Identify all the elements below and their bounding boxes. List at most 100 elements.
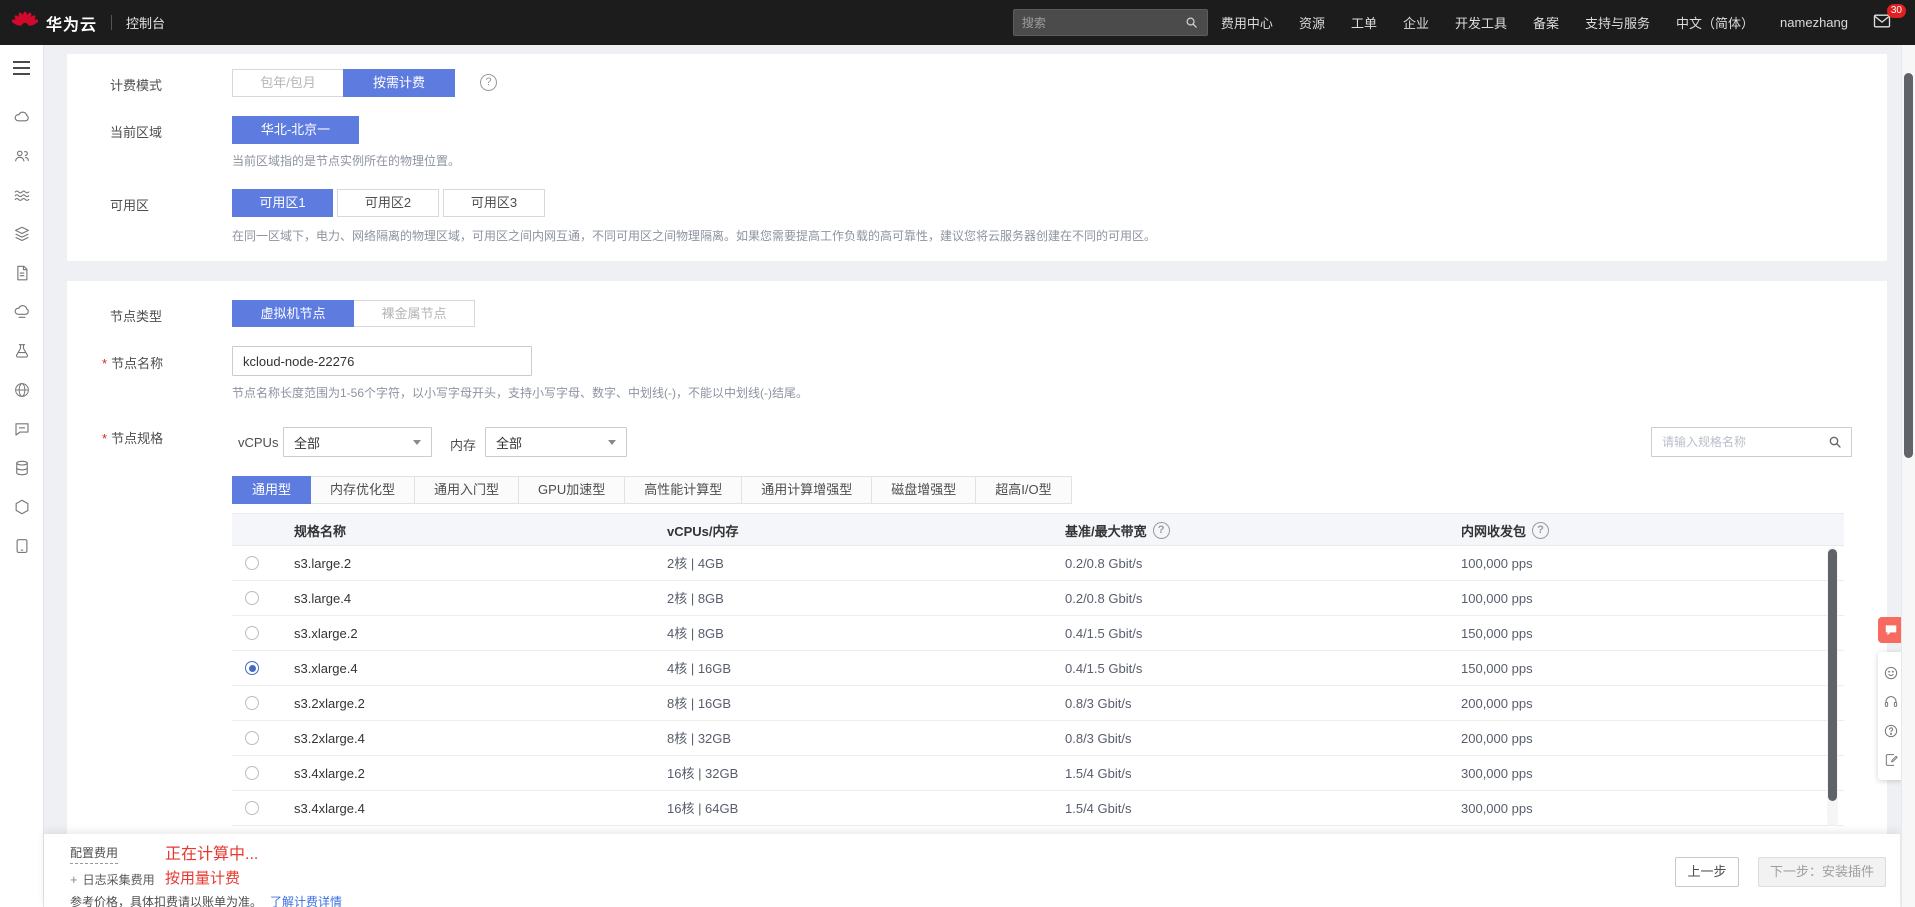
log-cost-label: + 日志采集费用 bbox=[70, 872, 155, 887]
tab-general-entry[interactable]: 通用入门型 bbox=[414, 476, 520, 504]
spec-name: s3.large.4 bbox=[294, 591, 352, 606]
messages-button[interactable]: 30 bbox=[1871, 3, 1906, 35]
table-row[interactable]: s3.4xlarge.2 16核 | 32GB 1.5/4 Gbit/s 300… bbox=[232, 756, 1844, 791]
tab-general-enhanced[interactable]: 通用计算增强型 bbox=[741, 476, 873, 504]
az2-option[interactable]: 可用区2 bbox=[337, 189, 439, 217]
spec-radio[interactable] bbox=[245, 626, 259, 640]
spec-pps: 150,000 pps bbox=[1461, 626, 1533, 641]
col-bandwidth: 基准/最大带宽? bbox=[1065, 514, 1170, 547]
spec-name: s3.xlarge.4 bbox=[294, 661, 358, 676]
table-row[interactable]: s3.large.2 2核 | 4GB 0.2/0.8 Gbit/s 100,0… bbox=[232, 546, 1844, 581]
price-note: 参考价格，具体扣费请以账单为准。 了解计费详情 bbox=[70, 895, 343, 907]
global-search-input[interactable] bbox=[1021, 15, 1184, 30]
previous-step-button[interactable]: 上一步 bbox=[1675, 857, 1739, 887]
config-cost-label[interactable]: 配置费用 bbox=[70, 844, 119, 864]
search-icon[interactable] bbox=[1827, 434, 1843, 450]
table-row-selected[interactable]: s3.xlarge.4 4核 | 16GB 0.4/1.5 Gbit/s 150… bbox=[232, 651, 1844, 686]
topnav-username[interactable]: namezhang bbox=[1767, 15, 1861, 30]
spec-vcpu-mem: 2核 | 8GB bbox=[667, 591, 724, 606]
table-row[interactable]: s3.4xlarge.4 16核 | 64GB 1.5/4 Gbit/s 300… bbox=[232, 791, 1844, 826]
nav-clipboard-icon[interactable] bbox=[13, 537, 31, 555]
table-row[interactable]: s3.xlarge.2 4核 | 8GB 0.4/1.5 Gbit/s 150,… bbox=[232, 616, 1844, 651]
topnav-support[interactable]: 支持与服务 bbox=[1572, 13, 1663, 32]
az3-option[interactable]: 可用区3 bbox=[443, 189, 545, 217]
node-config-panel: 节点类型 虚拟机节点 裸金属节点 *节点名称 节点名称长度范围为1-56个字符，… bbox=[67, 281, 1887, 834]
spec-radio[interactable] bbox=[245, 591, 259, 605]
baremetal-node-option[interactable]: 裸金属节点 bbox=[353, 300, 475, 327]
nav-database-icon[interactable] bbox=[13, 459, 31, 477]
spec-vcpu-mem: 16核 | 32GB bbox=[667, 766, 739, 781]
menu-toggle-icon[interactable] bbox=[13, 61, 30, 75]
nav-flask-icon[interactable] bbox=[13, 342, 31, 360]
nav-globe-icon[interactable] bbox=[13, 381, 31, 399]
memory-filter-select[interactable]: 全部 bbox=[485, 427, 627, 457]
topnav-language[interactable]: 中文（简体） bbox=[1663, 13, 1767, 32]
huawei-logo-icon[interactable] bbox=[11, 10, 39, 36]
nav-chat-icon[interactable] bbox=[13, 420, 31, 438]
nav-users-icon[interactable] bbox=[13, 147, 31, 165]
survey-pencil-icon[interactable] bbox=[1883, 752, 1899, 768]
global-search[interactable] bbox=[1012, 9, 1208, 36]
spec-search-box[interactable] bbox=[1651, 427, 1852, 457]
search-icon[interactable] bbox=[1184, 15, 1199, 30]
nav-layers-icon[interactable] bbox=[13, 225, 31, 243]
pps-help-icon[interactable]: ? bbox=[1532, 522, 1550, 539]
billing-ondemand-option[interactable]: 按需计费 bbox=[343, 69, 455, 97]
table-row[interactable]: s3.2xlarge.4 8核 | 32GB 0.8/3 Gbit/s 200,… bbox=[232, 721, 1844, 756]
table-scrollbar-thumb[interactable] bbox=[1828, 549, 1837, 801]
chevron-down-icon bbox=[413, 439, 421, 445]
topnav-enterprise[interactable]: 企业 bbox=[1390, 13, 1442, 32]
spec-radio-selected[interactable] bbox=[245, 661, 259, 675]
tab-ultra-io[interactable]: 超高I/O型 bbox=[975, 476, 1072, 504]
topnav-devtools[interactable]: 开发工具 bbox=[1442, 13, 1520, 32]
az1-option[interactable]: 可用区1 bbox=[232, 189, 333, 217]
console-link[interactable]: 控制台 bbox=[126, 13, 165, 32]
spec-search-input[interactable] bbox=[1662, 435, 1827, 449]
node-name-input[interactable] bbox=[232, 346, 532, 376]
tab-disk-enhanced[interactable]: 磁盘增强型 bbox=[871, 476, 977, 504]
spec-pps: 100,000 pps bbox=[1461, 591, 1533, 606]
headset-icon[interactable] bbox=[1883, 694, 1899, 710]
tab-memory-optimized[interactable]: 内存优化型 bbox=[310, 476, 416, 504]
region-button[interactable]: 华北-北京一 bbox=[232, 116, 359, 144]
memory-filter-label: 内存 bbox=[450, 438, 477, 453]
table-scrollbar[interactable] bbox=[1827, 547, 1838, 826]
smiley-icon[interactable] bbox=[1883, 665, 1899, 681]
nav-hexagon-icon[interactable] bbox=[13, 498, 31, 516]
vcpus-filter-select[interactable]: 全部 bbox=[283, 427, 432, 457]
spec-name: s3.2xlarge.4 bbox=[294, 731, 365, 746]
spec-radio[interactable] bbox=[245, 766, 259, 780]
log-cost-value: 按用量计费 bbox=[165, 870, 241, 887]
brand-title[interactable]: 华为云 bbox=[46, 11, 97, 35]
page-scrollbar-thumb[interactable] bbox=[1904, 73, 1913, 458]
topnav-billing-center[interactable]: 费用中心 bbox=[1208, 13, 1286, 32]
nav-document-icon[interactable] bbox=[13, 264, 31, 282]
bandwidth-help-icon[interactable]: ? bbox=[1152, 522, 1170, 539]
vm-node-option[interactable]: 虚拟机节点 bbox=[232, 300, 354, 327]
billing-detail-link[interactable]: 了解计费详情 bbox=[270, 895, 342, 907]
billing-help-icon[interactable]: ? bbox=[480, 74, 497, 91]
topbar-divider bbox=[111, 15, 113, 30]
nav-cloud-icon[interactable] bbox=[13, 108, 31, 126]
spec-radio[interactable] bbox=[245, 801, 259, 815]
tab-general[interactable]: 通用型 bbox=[232, 476, 312, 504]
nav-waves-icon[interactable] bbox=[13, 186, 31, 204]
nav-cloud-service-icon[interactable] bbox=[13, 303, 31, 321]
region-hint: 当前区域指的是节点实例所在的物理位置。 bbox=[232, 154, 461, 168]
spec-radio[interactable] bbox=[245, 696, 259, 710]
page-scrollbar[interactable] bbox=[1901, 45, 1915, 907]
spec-radio[interactable] bbox=[245, 556, 259, 570]
billing-yearly-option[interactable]: 包年/包月 bbox=[232, 69, 344, 97]
topnav-resources[interactable]: 资源 bbox=[1286, 13, 1338, 32]
topnav-tickets[interactable]: 工单 bbox=[1338, 13, 1390, 32]
tab-gpu[interactable]: GPU加速型 bbox=[518, 476, 626, 504]
tab-hpc[interactable]: 高性能计算型 bbox=[624, 476, 743, 504]
help-circle-icon[interactable] bbox=[1883, 723, 1899, 739]
node-spec-label: * 节点规格 bbox=[102, 431, 164, 446]
table-row[interactable]: s3.large.4 2核 | 8GB 0.2/0.8 Gbit/s 100,0… bbox=[232, 581, 1844, 616]
spec-radio[interactable] bbox=[245, 731, 259, 745]
col-vcpu-memory: vCPUs/内存 bbox=[667, 524, 739, 539]
table-row[interactable]: s3.2xlarge.2 8核 | 16GB 0.8/3 Gbit/s 200,… bbox=[232, 686, 1844, 721]
next-step-button[interactable]: 下一步：安装插件 bbox=[1758, 857, 1886, 887]
topnav-icp-filing[interactable]: 备案 bbox=[1520, 13, 1572, 32]
